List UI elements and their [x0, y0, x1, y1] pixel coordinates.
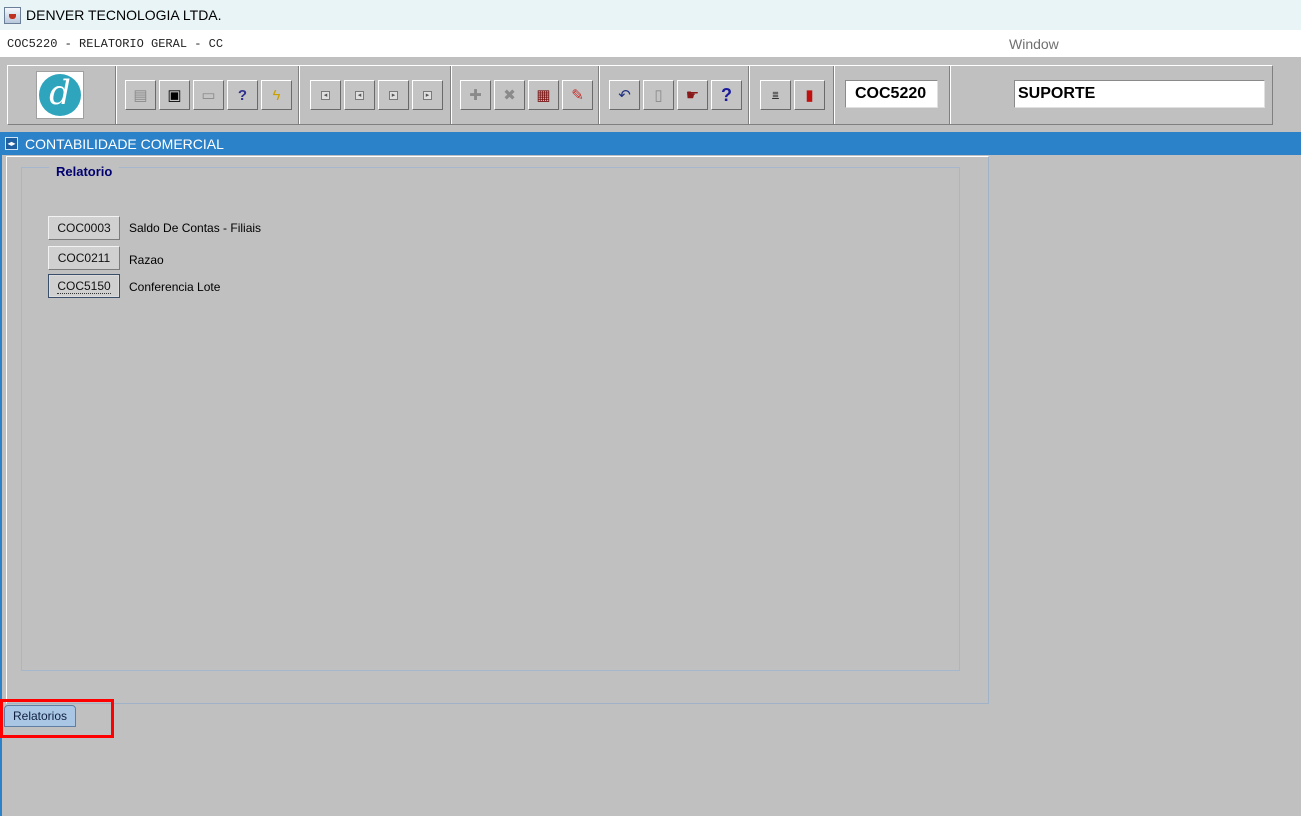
help-button[interactable]: ?	[711, 80, 742, 110]
toolbar-separator	[115, 66, 117, 124]
frame-title: Relatorio	[49, 164, 120, 179]
next-record-icon: ▸	[389, 90, 398, 100]
question-icon: ?	[721, 85, 732, 105]
toolbar-separator	[298, 66, 300, 124]
first-record-icon: ◂	[321, 90, 330, 100]
report-label: Saldo De Contas - Filiais	[129, 221, 262, 235]
printer-icon: ▭	[201, 86, 216, 104]
report-button-coc5150[interactable]: COC5150	[48, 274, 120, 298]
relatorio-frame	[21, 167, 960, 671]
window-icon: ▣	[167, 86, 182, 104]
last-record-icon: ▸	[423, 90, 432, 100]
menu-window[interactable]: Window	[1009, 36, 1059, 52]
toolbar-separator	[748, 66, 750, 124]
logo-d-icon: d	[39, 74, 81, 116]
user-field: SUPORTE	[1014, 80, 1265, 108]
edit-field-button[interactable]: ✎	[562, 80, 593, 110]
window-title: DENVER TECNOLOGIA LTDA.	[26, 7, 222, 23]
menu-button[interactable]: ≣	[760, 80, 791, 110]
enter-query-button[interactable]: ▣	[159, 80, 190, 110]
print-button[interactable]: ▭	[193, 80, 224, 110]
pencil-icon: ✎	[571, 86, 584, 104]
clipboard-button[interactable]: ▯	[643, 80, 674, 110]
toolbar-separator	[598, 66, 600, 124]
java-app-icon	[4, 6, 21, 24]
highlight-box	[0, 699, 114, 738]
window-edit-icon: ▦	[536, 86, 551, 104]
lightning-pencil-icon: ϟ	[272, 86, 281, 104]
undo-button[interactable]: ↶	[609, 80, 640, 110]
menu-icon: ≣	[772, 90, 779, 99]
window-titlebar: DENVER TECNOLOGIA LTDA.	[0, 0, 1301, 30]
query-button[interactable]: ?	[227, 80, 258, 110]
save-button[interactable]: ▤	[125, 80, 156, 110]
toolbar-separator	[833, 66, 835, 124]
exit-button[interactable]: ▮	[794, 80, 825, 110]
form-title: CONTABILIDADE COMERCIAL	[25, 135, 224, 152]
plus-icon: ✚	[469, 86, 482, 104]
hand-list-icon: ☛	[685, 86, 700, 104]
menubar: COC5220 - RELATORIO GERAL - CC Window	[0, 30, 1301, 57]
toolbar-separator	[949, 66, 951, 124]
undo-icon: ↶	[618, 86, 631, 104]
company-logo: d	[36, 71, 84, 119]
edit-window-button[interactable]: ▦	[528, 80, 559, 110]
floppy-icon: ▤	[133, 86, 148, 104]
report-label: Conferencia Lote	[129, 280, 221, 294]
form-window-icon[interactable]: ◂▸	[5, 137, 18, 150]
toolbar-separator	[450, 66, 452, 124]
delete-record-button[interactable]: ✖	[494, 80, 525, 110]
report-button-coc0211[interactable]: COC0211	[48, 246, 120, 270]
previous-record-button[interactable]: ◂	[344, 80, 375, 110]
last-record-button[interactable]: ▸	[412, 80, 443, 110]
clipboard-icon: ▯	[654, 86, 663, 104]
report-button-coc0003[interactable]: COC0003	[48, 216, 120, 240]
report-label: Razao	[129, 253, 164, 267]
question-pencil-icon: ?	[237, 86, 248, 104]
program-code-field: COC5220	[845, 80, 938, 108]
next-record-button[interactable]: ▸	[378, 80, 409, 110]
previous-record-icon: ◂	[355, 90, 364, 100]
first-record-button[interactable]: ◂	[310, 80, 341, 110]
module-title: COC5220 - RELATORIO GERAL - CC	[7, 37, 224, 51]
execute-query-button[interactable]: ϟ	[261, 80, 292, 110]
toolbar: d ▤ ▣ ▭ ? ϟ ◂ ◂ ▸ ▸ ✚ ✖ ▦ ✎ ↶ ▯ ☛ ? ≣ ▮ …	[7, 65, 1273, 125]
x-icon: ✖	[503, 86, 516, 104]
exit-door-icon: ▮	[805, 86, 814, 104]
form-titlebar: ◂▸ CONTABILIDADE COMERCIAL	[0, 132, 1301, 155]
insert-record-button[interactable]: ✚	[460, 80, 491, 110]
list-values-button[interactable]: ☛	[677, 80, 708, 110]
